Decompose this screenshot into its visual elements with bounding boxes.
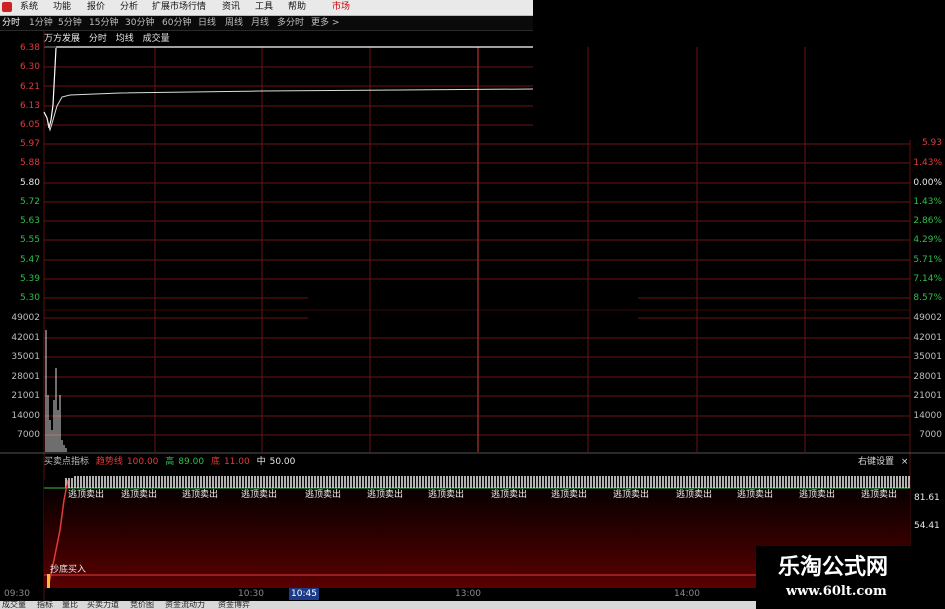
tab-capital-game[interactable]: 资金博弈: [218, 601, 250, 609]
time-label: 14:00: [674, 589, 700, 599]
volume-axis-label: 35001: [11, 352, 40, 362]
tab-volume-ratio[interactable]: 量比: [62, 601, 78, 609]
percent-label: 1.43%: [913, 158, 942, 168]
volume-axis-label: 42001: [11, 333, 40, 343]
right-click-settings-label[interactable]: 右键设置: [858, 457, 894, 467]
sell-signal-label: 逃顶卖出: [428, 490, 465, 500]
time-cursor-label: 10:45: [289, 588, 319, 600]
trend-line-label: 趋势线: [95, 457, 123, 467]
volume-axis-label: 28001: [11, 372, 40, 382]
percent-label: 5.93: [921, 138, 942, 148]
volume-axis-label: 14000: [913, 411, 942, 421]
stock-name: 万方发展: [44, 34, 81, 44]
tab-buy-sell-power[interactable]: 买卖力道: [87, 601, 119, 609]
percent-label: 8.57%: [913, 293, 942, 303]
trend-line-value: 100.00: [126, 457, 159, 467]
mid-value: 50.00: [269, 457, 296, 467]
volume-bars: [45, 330, 67, 452]
sell-signal-label: 逃顶卖出: [121, 490, 158, 500]
sell-signal-label: 逃顶卖出: [241, 490, 278, 500]
chart-mode-label: 分时: [88, 34, 107, 44]
volume-axis-label: 28001: [913, 372, 942, 382]
price-label: 6.13: [19, 101, 40, 111]
low-value: 11.00: [223, 457, 250, 467]
volume-axis-label: 35001: [913, 352, 942, 362]
sell-signal-label: 逃顶卖出: [676, 490, 713, 500]
buy-marker: [47, 574, 50, 588]
time-label: 10:30: [238, 589, 264, 599]
volume-label: 成交量: [142, 34, 170, 44]
sell-signal-label: 逃顶卖出: [799, 490, 836, 500]
indicator-header: 买卖点指标 趋势线 100.00 高 89.00 底 11.00 中 50.00: [44, 457, 299, 468]
price-label: 6.21: [19, 82, 40, 92]
volume-axis-label: 7000: [17, 430, 40, 440]
price-label: 5.63: [19, 216, 40, 226]
sell-signal-label: 逃顶卖出: [613, 490, 650, 500]
volume-axis-label: 42001: [913, 333, 942, 343]
time-label: 13:00: [455, 589, 481, 599]
tab-auction-chart[interactable]: 竞价图: [130, 601, 154, 609]
price-label: 5.47: [19, 255, 40, 265]
percent-label: 0.00%: [913, 178, 942, 188]
price-label: 5.80: [19, 178, 40, 188]
volume-axis-label: 7000: [919, 430, 942, 440]
price-label: 5.55: [19, 235, 40, 245]
watermark-title: 乐淘公式网: [778, 554, 889, 580]
sell-signal-label: 逃顶卖出: [367, 490, 404, 500]
watermark-url: www.60lt.com: [786, 584, 887, 599]
price-label: 5.88: [19, 158, 40, 168]
right-click-settings[interactable]: 右键设置 ×: [858, 457, 908, 468]
sell-signal-label: 逃顶卖出: [305, 490, 342, 500]
tab-capital-flow[interactable]: 资金流动力: [165, 601, 205, 609]
high-label: 高: [165, 457, 175, 467]
buy-signal-label: 抄底买入: [50, 565, 87, 575]
close-icon[interactable]: ×: [901, 457, 909, 467]
indicator-axis-label: 54.41: [914, 521, 940, 531]
volume-axis-label: 14000: [11, 411, 40, 421]
volume-axis-label: 49002: [913, 313, 942, 323]
price-label: 5.30: [19, 293, 40, 303]
sell-signal-label: 逃顶卖出: [551, 490, 588, 500]
sell-signal-label: 逃顶卖出: [68, 490, 105, 500]
sell-signal-label: 逃顶卖出: [491, 490, 528, 500]
percent-label: 5.71%: [913, 255, 942, 265]
time-label: 09:30: [4, 589, 30, 599]
sell-signal-label: 逃顶卖出: [182, 490, 219, 500]
volume-axis-label: 49002: [11, 313, 40, 323]
price-label: 5.97: [19, 139, 40, 149]
volume-axis-label: 21001: [913, 391, 942, 401]
high-value: 89.00: [178, 457, 205, 467]
watermark: 乐淘公式网 www.60lt.com: [756, 546, 945, 609]
volume-axis-label: 21001: [11, 391, 40, 401]
avg-line-label: 均线: [115, 34, 134, 44]
price-label: 6.38: [19, 43, 40, 53]
sell-signal-label: 逃顶卖出: [737, 490, 774, 500]
chart-canvas[interactable]: [0, 0, 945, 609]
chart-grid: [0, 30, 945, 600]
stock-header: 万方发展 分时 均线 成交量: [44, 33, 176, 45]
mid-label: 中: [256, 457, 266, 467]
percent-label: 1.43%: [913, 197, 942, 207]
price-label: 5.39: [19, 274, 40, 284]
indicator-name[interactable]: 买卖点指标: [44, 457, 89, 467]
tab-indicator[interactable]: 指标: [37, 601, 53, 609]
sell-signal-label: 逃顶卖出: [861, 490, 898, 500]
low-label: 底: [210, 457, 220, 467]
percent-label: 2.86%: [913, 216, 942, 226]
percent-label: 4.29%: [913, 235, 942, 245]
percent-label: 7.14%: [913, 274, 942, 284]
tab-volume[interactable]: 成交量: [2, 601, 26, 609]
indicator-axis-label: 81.61: [914, 493, 940, 503]
average-line: [46, 88, 534, 132]
price-label: 6.05: [19, 120, 40, 130]
price-label: 6.30: [19, 62, 40, 72]
price-label: 5.72: [19, 197, 40, 207]
